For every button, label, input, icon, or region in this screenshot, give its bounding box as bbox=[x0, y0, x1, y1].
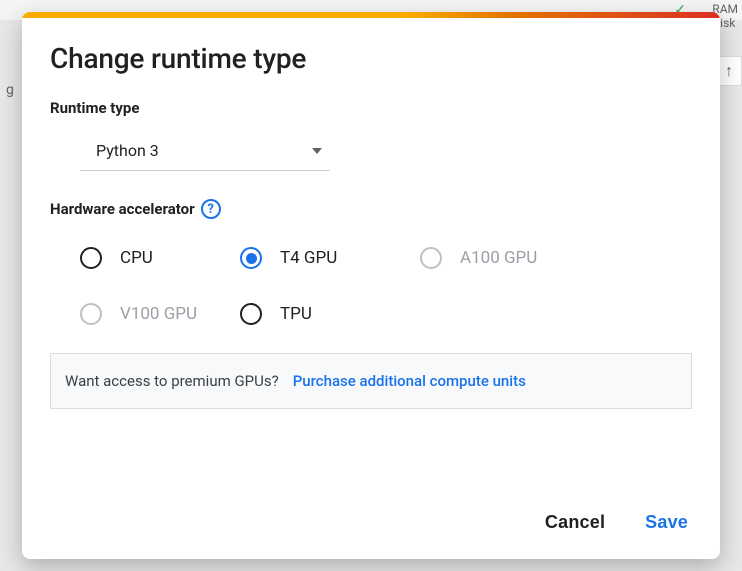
promo-text: Want access to premium GPUs? bbox=[65, 372, 279, 390]
radio-icon bbox=[420, 247, 442, 269]
accelerator-option-v100: V100 GPU bbox=[80, 303, 240, 325]
help-icon[interactable]: ? bbox=[201, 199, 221, 219]
accelerator-option-tpu[interactable]: TPU bbox=[240, 303, 420, 325]
radio-label: V100 GPU bbox=[120, 304, 197, 324]
chevron-down-icon bbox=[312, 148, 322, 154]
premium-gpu-promo: Want access to premium GPUs? Purchase ad… bbox=[50, 353, 692, 409]
radio-icon bbox=[80, 303, 102, 325]
purchase-compute-units-link[interactable]: Purchase additional compute units bbox=[293, 372, 526, 390]
radio-label: A100 GPU bbox=[460, 248, 537, 268]
bg-fragment: g bbox=[6, 82, 14, 98]
runtime-dialog: Change runtime type Runtime type Python … bbox=[22, 12, 720, 559]
dialog-title: Change runtime type bbox=[50, 42, 692, 75]
cancel-button[interactable]: Cancel bbox=[541, 506, 609, 539]
runtime-type-label: Runtime type bbox=[50, 99, 692, 117]
radio-icon bbox=[240, 303, 262, 325]
accelerator-option-cpu[interactable]: CPU bbox=[80, 247, 240, 269]
runtime-type-value: Python 3 bbox=[96, 141, 159, 160]
radio-icon bbox=[80, 247, 102, 269]
accelerator-option-a100: A100 GPU bbox=[420, 247, 590, 269]
runtime-type-dropdown[interactable]: Python 3 bbox=[80, 127, 330, 171]
accelerator-radio-group: CPU T4 GPU A100 GPU V100 GPU TPU bbox=[80, 247, 692, 325]
save-button[interactable]: Save bbox=[641, 506, 692, 539]
radio-label: TPU bbox=[280, 304, 312, 324]
accelerator-label: Hardware accelerator ? bbox=[50, 199, 692, 219]
radio-label: CPU bbox=[120, 248, 153, 268]
accelerator-option-t4[interactable]: T4 GPU bbox=[240, 247, 420, 269]
radio-icon bbox=[240, 247, 262, 269]
radio-label: T4 GPU bbox=[280, 248, 337, 268]
